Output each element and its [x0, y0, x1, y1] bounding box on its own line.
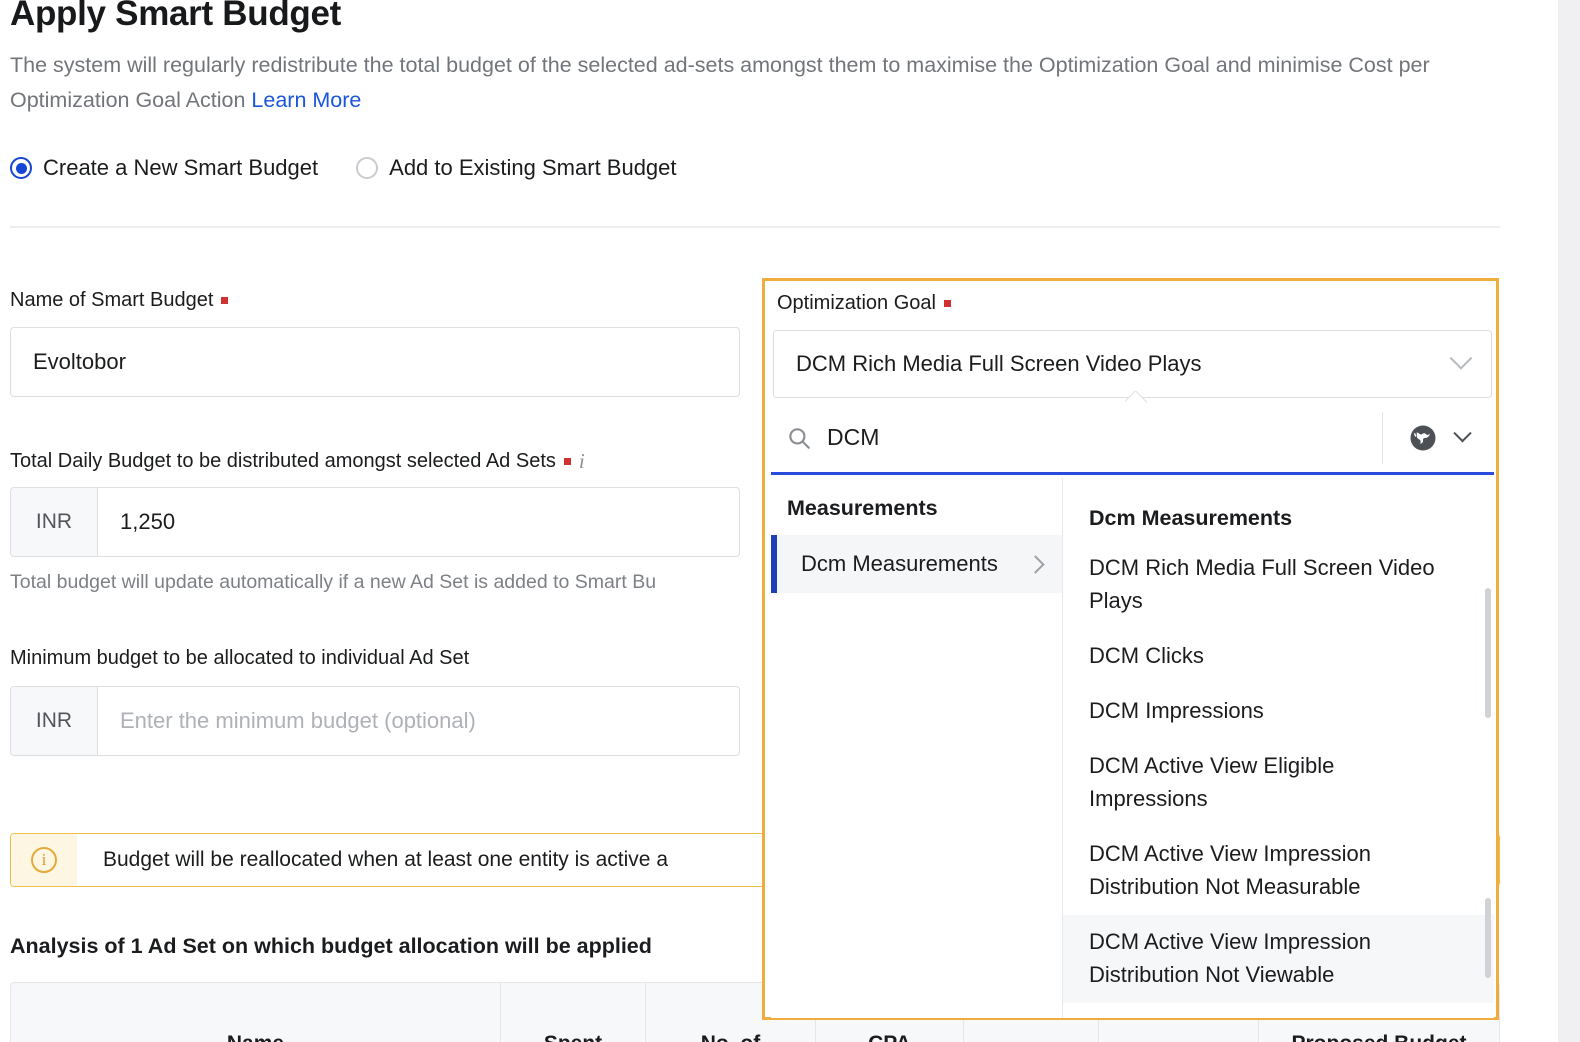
minimum-budget-currency-prefix: INR — [11, 687, 98, 755]
search-icon — [771, 425, 827, 451]
measurements-group-title: Measurements — [787, 496, 938, 520]
page-title: Apply Smart Budget — [10, 0, 342, 33]
radio-add-to-existing-smart-budget[interactable]: Add to Existing Smart Budget — [356, 155, 677, 181]
required-indicator-icon — [221, 297, 229, 304]
minimum-budget-placeholder: Enter the minimum budget (optional) — [120, 708, 476, 733]
option-dcm-impressions[interactable]: DCM Impressions — [1063, 684, 1494, 739]
total-budget-label-text: Total Daily Budget to be distributed amo… — [10, 450, 556, 472]
name-input-value: Evoltobor — [33, 349, 126, 374]
option-dcm-active-view-impression-distribution-viewable[interactable]: DCM Active View Impression Distribution … — [1063, 1003, 1494, 1018]
optimization-goal-search-row[interactable]: DCM — [771, 403, 1494, 475]
optimization-goal-menus: Measurements Dcm Measurements Dcm Measur… — [771, 478, 1494, 1018]
option-dcm-active-view-impression-distribution-not-viewable[interactable]: DCM Active View Impression Distribution … — [1063, 915, 1494, 1003]
name-of-smart-budget-input[interactable]: Evoltobor — [10, 327, 740, 397]
name-label-text: Name of Smart Budget — [10, 289, 214, 311]
page-description: The system will regularly redistribute t… — [10, 48, 1470, 118]
dropdown-caret-notch — [1125, 391, 1147, 403]
learn-more-link[interactable]: Learn More — [251, 88, 361, 112]
section-divider — [10, 226, 1500, 228]
optimization-goal-search-input[interactable]: DCM — [827, 424, 1382, 451]
category-item-label: Dcm Measurements — [801, 551, 998, 576]
chevron-right-icon — [1026, 554, 1045, 574]
total-daily-budget-label: Total Daily Budget to be distributed amo… — [10, 449, 585, 474]
options-scrollbar-thumb[interactable] — [1485, 588, 1491, 718]
budget-mode-radio-group: Create a New Smart Budget Add to Existin… — [10, 155, 677, 181]
total-daily-budget-input[interactable]: INR 1,250 — [10, 487, 740, 557]
optimization-goal-select[interactable]: DCM Rich Media Full Screen Video Plays — [773, 330, 1492, 398]
required-indicator-icon — [563, 458, 571, 465]
page-gutter — [1558, 0, 1580, 1042]
category-item-dcm-measurements[interactable]: Dcm Measurements — [771, 535, 1062, 593]
banner-icon-cell: i — [11, 834, 77, 886]
chevron-down-icon — [1453, 424, 1472, 443]
search-scope-selector[interactable] — [1382, 411, 1494, 464]
radio-create-new-smart-budget[interactable]: Create a New Smart Budget — [10, 155, 318, 181]
optimization-goal-selected-value: DCM Rich Media Full Screen Video Plays — [796, 351, 1202, 376]
option-dcm-clicks[interactable]: DCM Clicks — [1063, 629, 1494, 684]
chevron-down-icon — [1449, 347, 1473, 370]
option-dcm-active-view-impression-distribution-not-measurable[interactable]: DCM Active View Impression Distribution … — [1063, 827, 1494, 915]
optimization-goal-label: Optimization Goal — [777, 292, 951, 315]
globe-icon — [1408, 423, 1438, 453]
radio-create-new-label: Create a New Smart Budget — [43, 155, 319, 180]
analysis-section-title: Analysis of 1 Ad Set on which budget all… — [10, 934, 652, 958]
radio-unselected-icon — [356, 157, 379, 179]
page-description-text: The system will regularly redistribute t… — [10, 53, 1430, 112]
info-icon: i — [31, 847, 57, 873]
total-budget-currency-prefix: INR — [11, 488, 98, 556]
optimization-goal-label-text: Optimization Goal — [777, 292, 936, 314]
radio-add-existing-label: Add to Existing Smart Budget — [389, 155, 677, 180]
apply-smart-budget-page: Apply Smart Budget The system will regul… — [0, 0, 1580, 1042]
total-budget-value: 1,250 — [120, 509, 176, 534]
table-header-name[interactable]: Name — [11, 983, 501, 1042]
minimum-budget-input[interactable]: INR Enter the minimum budget (optional) — [10, 686, 740, 756]
dcm-measurements-group-title: Dcm Measurements — [1089, 506, 1293, 530]
optimization-goal-panel: Optimization Goal DCM Rich Media Full Sc… — [762, 278, 1499, 1020]
option-dcm-active-view-eligible-impressions[interactable]: DCM Active View Eligible Impressions — [1063, 739, 1494, 827]
option-dcm-rich-media-full-screen-video-plays[interactable]: DCM Rich Media Full Screen Video Plays — [1063, 541, 1494, 629]
radio-selected-icon — [10, 157, 32, 179]
name-of-smart-budget-label: Name of Smart Budget — [10, 289, 229, 312]
table-header-spent[interactable]: Spent — [501, 983, 646, 1042]
optimization-goal-options-column[interactable]: Dcm Measurements DCM Rich Media Full Scr… — [1063, 478, 1494, 1018]
info-tooltip-icon[interactable]: i — [579, 449, 585, 474]
minimum-budget-label: Minimum budget to be allocated to indivi… — [10, 647, 469, 670]
options-scrollbar-thumb-secondary[interactable] — [1485, 898, 1491, 978]
required-indicator-icon — [943, 300, 951, 307]
minimum-budget-label-text: Minimum budget to be allocated to indivi… — [10, 647, 470, 669]
total-budget-helper-text: Total budget will update automatically i… — [10, 571, 657, 593]
measurement-categories-column: Measurements Dcm Measurements — [771, 478, 1063, 1018]
